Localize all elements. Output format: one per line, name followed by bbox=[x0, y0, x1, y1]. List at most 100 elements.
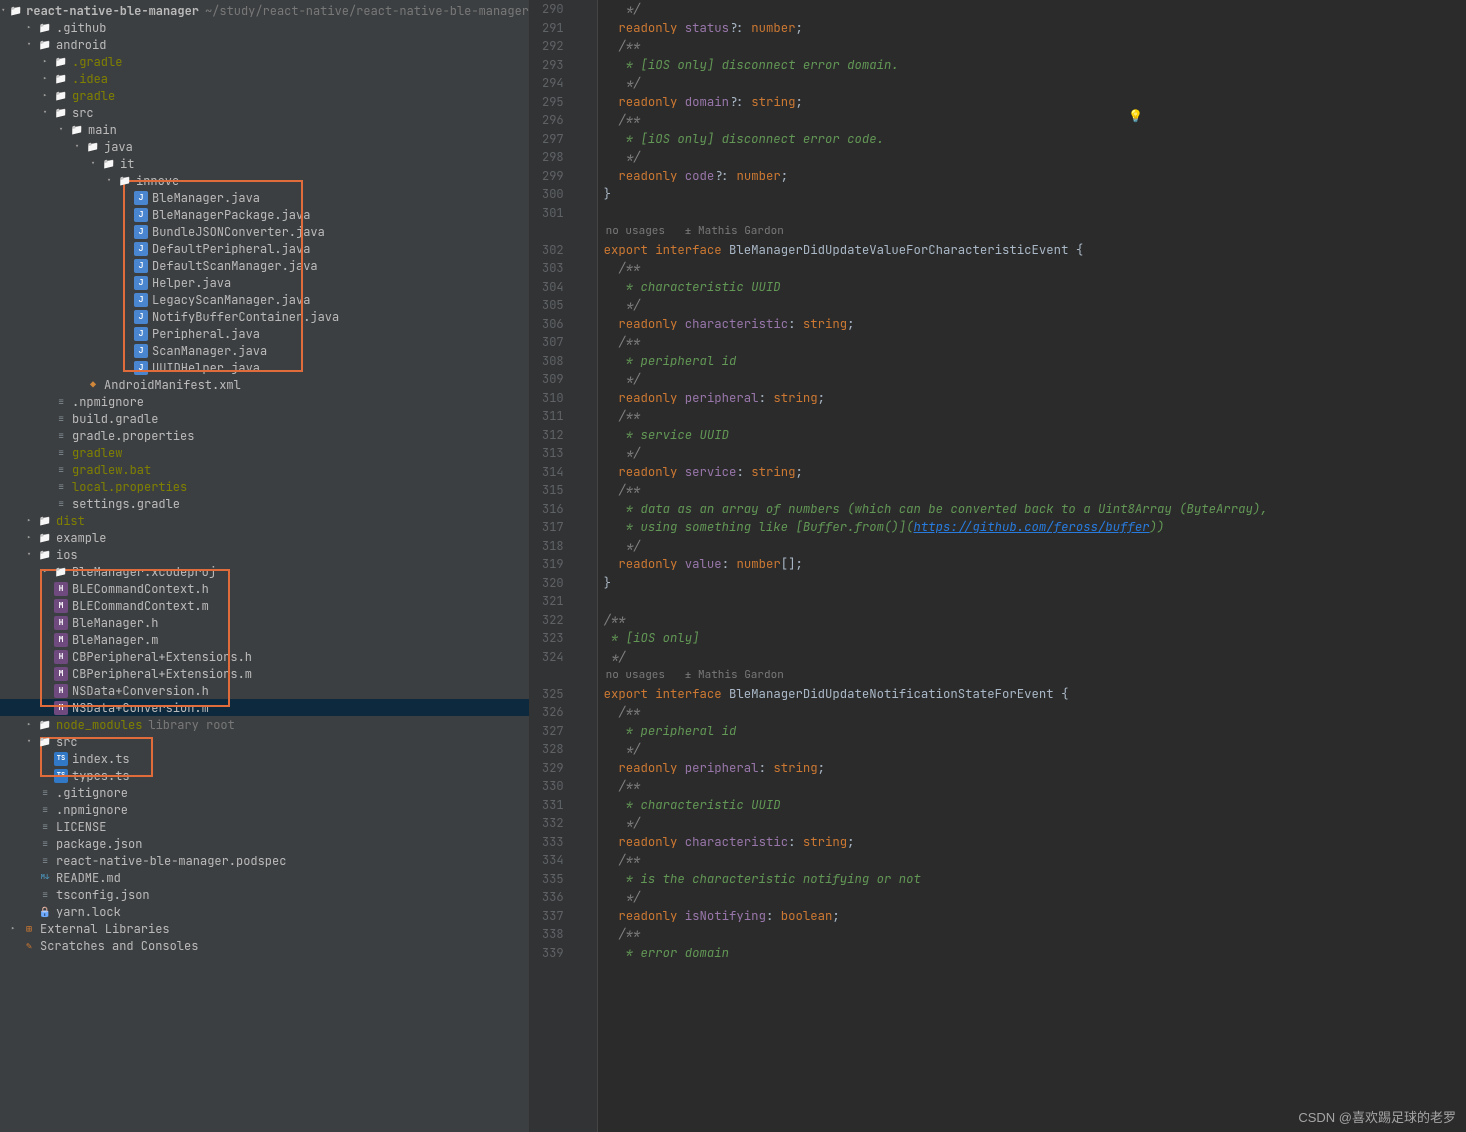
code-line[interactable]: readonly service: string; bbox=[604, 463, 1466, 482]
code-line[interactable]: */ bbox=[604, 537, 1466, 556]
code-line[interactable]: /** bbox=[604, 259, 1466, 278]
tree-item-dist[interactable]: ▸dist bbox=[0, 512, 529, 529]
chevron-down-icon[interactable]: ▾ bbox=[24, 737, 34, 747]
code-line[interactable]: /** bbox=[604, 481, 1466, 500]
code-line[interactable]: * error domain bbox=[604, 944, 1466, 963]
tree-item-node-modules[interactable]: ▸node_moduleslibrary root bbox=[0, 716, 529, 733]
chevron-right-icon[interactable]: ▸ bbox=[40, 567, 50, 577]
tree-item-defaultperipheral-java[interactable]: DefaultPeripheral.java bbox=[0, 240, 529, 257]
tree-item-cbperipheral-extensions-m[interactable]: CBPeripheral+Extensions.m bbox=[0, 665, 529, 682]
tree-item-blemanager-xcodeproj[interactable]: ▸BleManager.xcodeproj bbox=[0, 563, 529, 580]
tree-item-local-properties[interactable]: local.properties bbox=[0, 478, 529, 495]
tree-item-peripheral-java[interactable]: Peripheral.java bbox=[0, 325, 529, 342]
tree-item--gitignore[interactable]: .gitignore bbox=[0, 784, 529, 801]
tree-item-nsdata-conversion-h[interactable]: NSData+Conversion.h bbox=[0, 682, 529, 699]
code-line[interactable]: /** bbox=[604, 111, 1466, 130]
tree-item-ios[interactable]: ▾ios bbox=[0, 546, 529, 563]
tree-item-gradlew-bat[interactable]: gradlew.bat bbox=[0, 461, 529, 478]
code-line[interactable]: /** bbox=[604, 703, 1466, 722]
chevron-right-icon[interactable]: ▸ bbox=[40, 91, 50, 101]
code-area[interactable]: */ readonly status?: number; /** * [iOS … bbox=[598, 0, 1466, 1132]
code-line[interactable]: export interface BleManagerDidUpdateValu… bbox=[604, 241, 1466, 260]
tree-item-readme-md[interactable]: README.md bbox=[0, 869, 529, 886]
code-line[interactable]: */ bbox=[604, 148, 1466, 167]
code-line[interactable] bbox=[604, 592, 1466, 611]
code-line[interactable]: /** bbox=[604, 333, 1466, 352]
chevron-right-icon[interactable]: ▸ bbox=[8, 924, 18, 934]
code-line[interactable]: */ bbox=[604, 740, 1466, 759]
code-line[interactable] bbox=[604, 204, 1466, 223]
code-line[interactable]: readonly domain?: string; bbox=[604, 93, 1466, 112]
code-line[interactable]: readonly characteristic: string; bbox=[604, 833, 1466, 852]
tree-item-react-native-ble-manager[interactable]: ▾react-native-ble-manager~/study/react-n… bbox=[0, 2, 529, 19]
code-line[interactable]: */ bbox=[604, 444, 1466, 463]
code-line[interactable]: * characteristic UUID bbox=[604, 278, 1466, 297]
tree-item-blemanager-h[interactable]: BleManager.h bbox=[0, 614, 529, 631]
tree-item-scratches-and-consoles[interactable]: Scratches and Consoles bbox=[0, 937, 529, 954]
tree-item--npmignore[interactable]: .npmignore bbox=[0, 801, 529, 818]
code-line[interactable]: } bbox=[604, 574, 1466, 593]
code-line[interactable]: /** bbox=[604, 37, 1466, 56]
tree-item-blemanager-m[interactable]: BleManager.m bbox=[0, 631, 529, 648]
tree-item-types-ts[interactable]: types.ts bbox=[0, 767, 529, 784]
chevron-down-icon[interactable]: ▾ bbox=[104, 176, 114, 186]
tree-item-helper-java[interactable]: Helper.java bbox=[0, 274, 529, 291]
tree-item-blecommandcontext-h[interactable]: BLECommandContext.h bbox=[0, 580, 529, 597]
code-line[interactable]: * characteristic UUID bbox=[604, 796, 1466, 815]
tree-item-gradlew[interactable]: gradlew bbox=[0, 444, 529, 461]
fold-column[interactable] bbox=[584, 0, 598, 1132]
tree-item-build-gradle[interactable]: build.gradle bbox=[0, 410, 529, 427]
chevron-right-icon[interactable]: ▸ bbox=[24, 720, 34, 730]
tree-item--idea[interactable]: ▸.idea bbox=[0, 70, 529, 87]
code-line[interactable]: /** bbox=[604, 407, 1466, 426]
code-line[interactable]: /** bbox=[604, 611, 1466, 630]
code-line[interactable]: /** bbox=[604, 925, 1466, 944]
chevron-down-icon[interactable]: ▾ bbox=[40, 108, 50, 118]
project-tree-sidebar[interactable]: ▾react-native-ble-manager~/study/react-n… bbox=[0, 0, 530, 1132]
code-line[interactable]: */ bbox=[604, 888, 1466, 907]
chevron-down-icon[interactable]: ▾ bbox=[72, 142, 82, 152]
chevron-down-icon[interactable]: ▾ bbox=[24, 40, 34, 50]
code-line[interactable]: * data as an array of numbers (which can… bbox=[604, 500, 1466, 519]
code-line[interactable]: readonly peripheral: string; bbox=[604, 389, 1466, 408]
tree-item--gradle[interactable]: ▸.gradle bbox=[0, 53, 529, 70]
code-line[interactable]: * service UUID bbox=[604, 426, 1466, 445]
code-line[interactable]: */ bbox=[604, 74, 1466, 93]
chevron-right-icon[interactable]: ▸ bbox=[24, 533, 34, 543]
code-line[interactable]: /** bbox=[604, 777, 1466, 796]
code-usage-hint[interactable]: no usages ± Mathis Gardon bbox=[604, 666, 1466, 685]
tree-item-src[interactable]: ▾src bbox=[0, 104, 529, 121]
code-line[interactable]: */ bbox=[604, 648, 1466, 667]
tree-item-example[interactable]: ▸example bbox=[0, 529, 529, 546]
chevron-down-icon[interactable]: ▾ bbox=[24, 550, 34, 560]
code-editor[interactable]: 290291292293294295296297298299300301 302… bbox=[530, 0, 1466, 1132]
tree-item-index-ts[interactable]: index.ts bbox=[0, 750, 529, 767]
chevron-right-icon[interactable]: ▸ bbox=[40, 74, 50, 84]
code-line[interactable]: readonly value: number[]; bbox=[604, 555, 1466, 574]
chevron-down-icon[interactable]: ▾ bbox=[1, 6, 6, 16]
tree-item-src[interactable]: ▾src bbox=[0, 733, 529, 750]
code-line[interactable]: * is the characteristic notifying or not bbox=[604, 870, 1466, 889]
tree-item-external-libraries[interactable]: ▸External Libraries bbox=[0, 920, 529, 937]
tree-item-cbperipheral-extensions-h[interactable]: CBPeripheral+Extensions.h bbox=[0, 648, 529, 665]
tree-item--npmignore[interactable]: .npmignore bbox=[0, 393, 529, 410]
code-line[interactable]: readonly code?: number; bbox=[604, 167, 1466, 186]
tree-item-defaultscanmanager-java[interactable]: DefaultScanManager.java bbox=[0, 257, 529, 274]
tree-item-license[interactable]: LICENSE bbox=[0, 818, 529, 835]
code-line[interactable]: readonly characteristic: string; bbox=[604, 315, 1466, 334]
chevron-down-icon[interactable]: ▾ bbox=[56, 125, 66, 135]
tree-item-innove[interactable]: ▾innove bbox=[0, 172, 529, 189]
code-line[interactable]: * peripheral id bbox=[604, 722, 1466, 741]
code-line[interactable]: readonly peripheral: string; bbox=[604, 759, 1466, 778]
tree-item-gradle-properties[interactable]: gradle.properties bbox=[0, 427, 529, 444]
code-line[interactable]: * [iOS only] disconnect error domain. bbox=[604, 56, 1466, 75]
code-line[interactable]: export interface BleManagerDidUpdateNoti… bbox=[604, 685, 1466, 704]
code-line[interactable]: readonly status?: number; bbox=[604, 19, 1466, 38]
tree-item-scanmanager-java[interactable]: ScanManager.java bbox=[0, 342, 529, 359]
tree-item-nsdata-conversion-m[interactable]: NSData+Conversion.m bbox=[0, 699, 529, 716]
code-line[interactable]: * [iOS only] bbox=[604, 629, 1466, 648]
code-line[interactable]: readonly isNotifying: boolean; bbox=[604, 907, 1466, 926]
code-line[interactable]: * [iOS only] disconnect error code. bbox=[604, 130, 1466, 149]
code-line[interactable]: } bbox=[604, 185, 1466, 204]
code-line[interactable]: * using something like [Buffer.from()](h… bbox=[604, 518, 1466, 537]
